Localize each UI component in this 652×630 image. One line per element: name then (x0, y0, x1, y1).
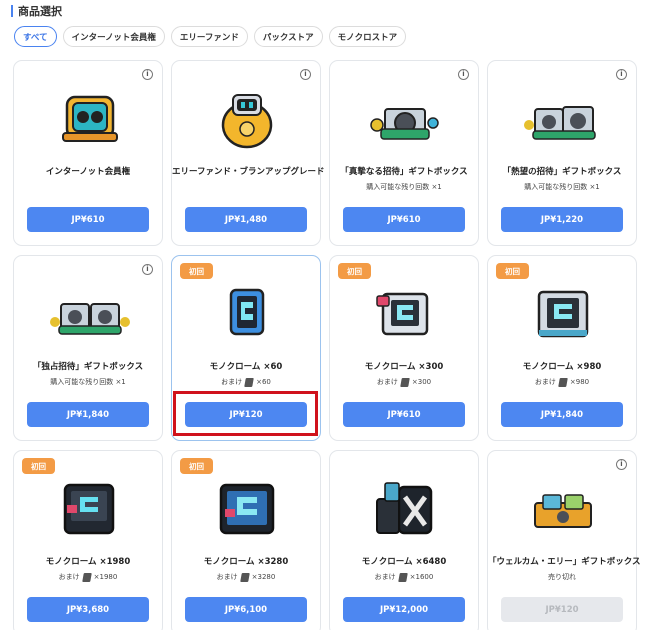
first-purchase-badge: 初回 (338, 263, 371, 279)
bonus-value: ×60 (256, 378, 271, 386)
price-button[interactable]: JP¥1,480 (185, 207, 307, 232)
monochrome-crate-icon (63, 483, 115, 535)
product-card[interactable]: 初回 モノクローム ×1980 おまけ ×1980 JP¥3,680 (13, 450, 163, 630)
product-card[interactable]: 初回 モノクローム ×3280 おまけ ×3280 JP¥6,100 (171, 450, 321, 630)
bonus-value: ×1600 (409, 573, 434, 581)
price-button[interactable]: JP¥6,100 (185, 597, 307, 622)
gift-box-icon (370, 108, 439, 140)
tab-internot-membership[interactable]: インターノット会員権 (62, 26, 165, 47)
product-card[interactable]: i 「独占招待」ギフトボックス 購入可能な残り回数 ×1 JP¥1,840 (13, 255, 163, 441)
info-icon[interactable]: i (616, 69, 627, 80)
price-button[interactable]: JP¥1,840 (27, 402, 149, 427)
bonus-amount: おまけ ×60 (172, 377, 320, 387)
category-tabs: すべて インターノット会員権 エリーファンド パックストア モノクロストア (14, 26, 407, 47)
monochrome-icon (400, 377, 410, 387)
product-name: 「ウェルカム・エリー」ギフトボックス (488, 557, 641, 567)
remaining-count: 購入可能な残り回数 ×1 (524, 183, 600, 191)
monochrome-crate-icon (376, 482, 433, 535)
product-name: エリーファンド・ブランアップグレード (172, 167, 325, 177)
bonus-amount: おまけ ×300 (330, 377, 478, 387)
monochrome-chip-icon (229, 288, 265, 336)
bonus-amount: おまけ ×1600 (330, 572, 478, 582)
product-name: モノクローム ×980 (522, 362, 602, 372)
product-name: 「熱望の招待」ギフトボックス (502, 167, 622, 177)
product-card[interactable]: 初回 モノクローム ×300 おまけ ×300 JP¥610 (329, 255, 479, 441)
bonus-value: ×3280 (251, 573, 276, 581)
bonus-value: ×300 (411, 378, 432, 386)
price-button[interactable]: JP¥12,000 (343, 597, 465, 622)
page-title: 商品選択 (18, 5, 62, 18)
product-name: 「真摯なる招待」ギフトボックス (340, 167, 468, 177)
gift-box-icon (524, 106, 596, 140)
price-button[interactable]: JP¥3,680 (27, 597, 149, 622)
product-card[interactable]: 初回 モノクローム ×980 おまけ ×980 JP¥1,840 (487, 255, 637, 441)
product-card[interactable]: i 「熱望の招待」ギフトボックス 購入可能な残り回数 ×1 JP¥1,220 (487, 60, 637, 246)
bonus-amount: おまけ ×1980 (14, 572, 162, 582)
monochrome-icon (239, 572, 250, 582)
info-icon[interactable]: i (300, 69, 311, 80)
sold-out-status: 売り切れ (548, 573, 576, 581)
product-card[interactable]: i インターノット会員権 JP¥610 (13, 60, 163, 246)
product-name: モノクローム ×3280 (203, 557, 289, 567)
first-purchase-badge: 初回 (22, 458, 55, 474)
bonus-label: おまけ (374, 573, 396, 581)
info-icon[interactable]: i (142, 69, 153, 80)
product-name: モノクローム ×1980 (45, 557, 131, 567)
product-card[interactable]: モノクローム ×6480 おまけ ×1600 JP¥12,000 (329, 450, 479, 630)
price-button[interactable]: JP¥610 (27, 207, 149, 232)
bonus-label: おまけ (216, 573, 238, 581)
tab-monochrome-store[interactable]: モノクロストア (328, 26, 407, 47)
price-button[interactable]: JP¥610 (343, 207, 465, 232)
price-button[interactable]: JP¥1,220 (501, 207, 623, 232)
bonus-label: おまけ (376, 378, 398, 386)
info-icon[interactable]: i (142, 264, 153, 275)
monochrome-box-icon (537, 290, 589, 338)
bonus-amount: おまけ ×980 (488, 377, 636, 387)
price-button[interactable]: JP¥610 (343, 402, 465, 427)
remaining-count: 購入可能な残り回数 ×1 (50, 378, 126, 386)
info-icon[interactable]: i (458, 69, 469, 80)
bonus-label: おまけ (534, 378, 556, 386)
section-title: 商品選択 (11, 4, 62, 18)
first-purchase-badge: 初回 (180, 458, 213, 474)
tab-pack-store[interactable]: パックストア (253, 26, 323, 47)
product-name: モノクローム ×60 (209, 362, 283, 372)
tab-all[interactable]: すべて (14, 26, 57, 47)
product-name: モノクローム ×300 (364, 362, 444, 372)
fund-upgrade-robot-icon (221, 94, 273, 149)
info-icon[interactable]: i (616, 459, 627, 470)
product-name: モノクローム ×6480 (361, 557, 447, 567)
product-name: インターノット会員権 (45, 167, 131, 177)
price-button-disabled: JP¥120 (501, 597, 623, 622)
product-card[interactable]: i エリーファンド・ブランアップグレード JP¥1,480 (171, 60, 325, 246)
title-accent-bar (11, 5, 13, 17)
first-purchase-badge: 初回 (180, 263, 213, 279)
price-button[interactable]: JP¥1,840 (501, 402, 623, 427)
welcome-gift-box-icon (534, 494, 592, 528)
monochrome-box-icon (376, 292, 429, 336)
membership-pass-icon (62, 95, 118, 142)
selection-highlight (173, 391, 318, 436)
monochrome-crate-icon (219, 483, 275, 535)
gift-box-icon (50, 303, 130, 335)
bonus-label: おまけ (221, 378, 243, 386)
monochrome-icon (558, 377, 568, 387)
remaining-count: 購入可能な残り回数 ×1 (366, 183, 442, 191)
bonus-value: ×980 (569, 378, 590, 386)
monochrome-icon (244, 377, 254, 387)
bonus-amount: おまけ ×3280 (172, 572, 320, 582)
bonus-label: おまけ (58, 573, 80, 581)
product-card[interactable]: i 「真摯なる招待」ギフトボックス 購入可能な残り回数 ×1 JP¥610 (329, 60, 479, 246)
first-purchase-badge: 初回 (496, 263, 529, 279)
monochrome-icon (81, 572, 92, 582)
product-card[interactable]: i 「ウェルカム・エリー」ギフトボックス 売り切れ JP¥120 (487, 450, 641, 630)
tab-elly-fund[interactable]: エリーファンド (170, 26, 248, 47)
bonus-value: ×1980 (93, 573, 118, 581)
monochrome-icon (397, 572, 408, 582)
product-name: 「独占招待」ギフトボックス (32, 362, 144, 372)
